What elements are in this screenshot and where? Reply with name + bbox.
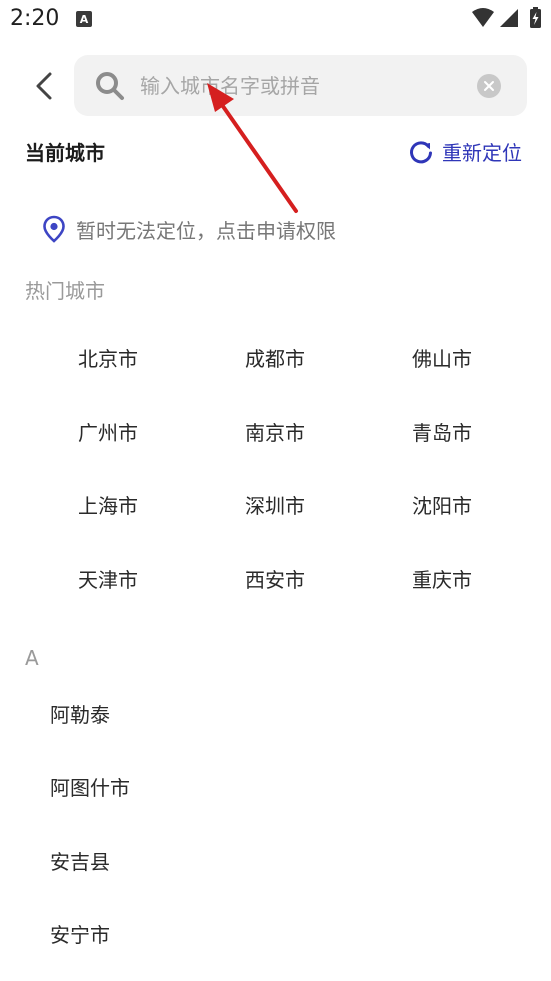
chevron-left-icon <box>36 72 52 100</box>
notification-icon: A <box>76 11 92 27</box>
search-icon <box>96 72 124 100</box>
city-list-item[interactable]: 安宁市 <box>50 921 110 949</box>
hot-city-item[interactable]: 青岛市 <box>372 394 512 468</box>
city-list-item[interactable]: 安吉县 <box>50 848 110 876</box>
clear-search-button[interactable] <box>477 74 501 98</box>
hot-city-item[interactable]: 北京市 <box>38 320 178 394</box>
city-list-item[interactable]: 阿勒泰 <box>50 701 110 729</box>
hot-city-item[interactable]: 重庆市 <box>372 541 512 615</box>
city-list-item[interactable]: 阿图什市 <box>50 774 130 802</box>
current-city-title: 当前城市 <box>25 141 105 165</box>
close-icon <box>484 81 494 91</box>
hot-city-item[interactable]: 上海市 <box>38 467 178 541</box>
relocate-label: 重新定位 <box>442 141 522 165</box>
hot-city-item[interactable]: 深圳市 <box>205 467 345 541</box>
hot-city-item[interactable]: 南京市 <box>205 394 345 468</box>
location-pin-icon <box>43 215 65 243</box>
hot-city-item[interactable]: 佛山市 <box>372 320 512 394</box>
search-box[interactable] <box>74 55 527 116</box>
status-time: 2:20 <box>10 6 60 31</box>
hot-city-item[interactable]: 广州市 <box>38 394 178 468</box>
signal-icon <box>500 9 518 27</box>
refresh-icon <box>410 141 432 164</box>
back-button[interactable] <box>24 66 64 106</box>
index-letter: A <box>25 646 39 670</box>
request-location-permission[interactable]: 暂时无法定位，点击申请权限 <box>42 214 336 244</box>
status-icons <box>472 7 541 28</box>
search-input[interactable] <box>138 67 472 105</box>
wifi-icon <box>472 8 494 27</box>
hot-cities-title: 热门城市 <box>25 279 105 303</box>
hot-city-item[interactable]: 西安市 <box>205 541 345 615</box>
battery-icon <box>530 7 541 28</box>
hot-city-item[interactable]: 沈阳市 <box>372 467 512 541</box>
relocate-button[interactable]: 重新定位 <box>408 139 522 167</box>
hot-city-item[interactable]: 成都市 <box>205 320 345 394</box>
hot-city-item[interactable]: 天津市 <box>38 541 178 615</box>
location-hint: 暂时无法定位，点击申请权限 <box>76 218 336 243</box>
